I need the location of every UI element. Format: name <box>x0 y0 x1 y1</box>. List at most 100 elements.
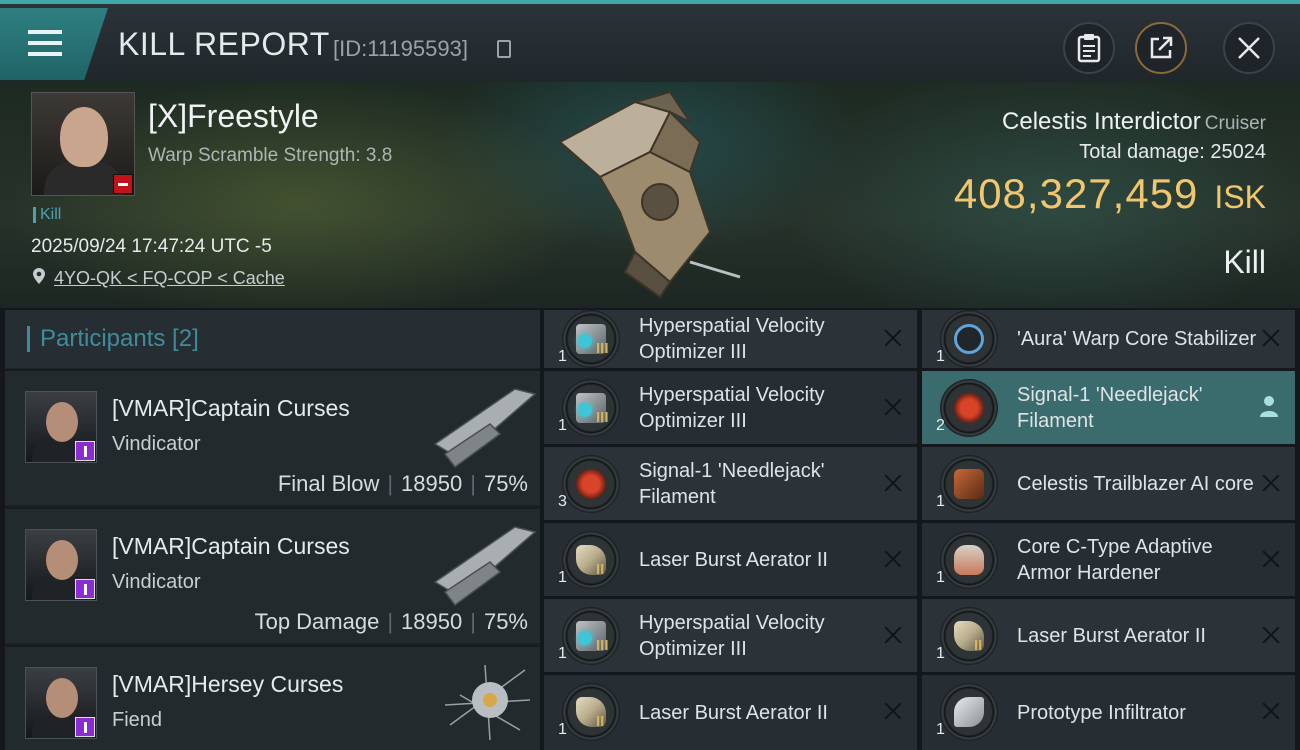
person-icon[interactable] <box>1259 395 1279 417</box>
item-name: 'Aura' Warp Core Stabilizer <box>1017 328 1257 350</box>
isk-value: 408,327,459 <box>953 170 1199 217</box>
warp-core-icon <box>940 310 998 368</box>
item-row[interactable]: 2 Signal-1 'Needlejack' Filament <box>922 371 1295 444</box>
item-quantity: 1 <box>936 645 945 662</box>
top-bar: KILL REPORT [ID:11195593] <box>0 0 1300 82</box>
item-name: Signal-1 'Needlejack' Filament <box>639 459 825 508</box>
participant-ship-icon <box>433 526 537 607</box>
participant-ship: Vindicator <box>112 571 201 593</box>
menu-button[interactable] <box>0 8 108 80</box>
location-link[interactable]: 4YO-QK < FQ-COP < Cache <box>54 268 285 289</box>
item-quantity: 1 <box>558 721 567 738</box>
destroyed-x-icon <box>1261 701 1281 721</box>
item-row[interactable]: 1 Core C-Type Adaptive Armor Hardener <box>922 523 1295 596</box>
corp-badge-icon <box>75 579 95 599</box>
clipboard-button[interactable] <box>1063 22 1115 74</box>
item-meta-level: III <box>596 637 609 654</box>
participants-title: Participants [2] <box>27 326 199 352</box>
item-quantity: 1 <box>936 348 945 365</box>
share-button[interactable] <box>1135 22 1187 74</box>
kill-tag: Kill <box>33 207 61 223</box>
item-meta-level: II <box>596 561 605 578</box>
item-row[interactable]: 1 Prototype Infiltrator <box>922 675 1295 750</box>
item-row[interactable]: 1 II Laser Burst Aerator II <box>922 599 1295 672</box>
destroyed-x-icon <box>883 328 903 348</box>
item-name: Laser Burst Aerator II <box>639 701 828 724</box>
item-row[interactable]: 1 III Hyperspatial Velocity Optimizer III <box>544 371 917 444</box>
item-row[interactable]: 1 II Laser Burst Aerator II <box>544 523 917 596</box>
participant-role: Top Damage <box>254 609 380 634</box>
item-row[interactable]: 1 II Laser Burst Aerator II <box>544 675 917 750</box>
corp-badge-icon <box>75 441 95 461</box>
kill-datetime: 2025/09/24 17:47:24 UTC -5 <box>31 236 272 257</box>
item-row[interactable]: 3 Signal-1 'Needlejack' Filament <box>544 447 917 520</box>
item-name: Hyperspatial Velocity Optimizer III <box>639 383 825 432</box>
copy-icon[interactable] <box>497 40 511 58</box>
item-name: Celestis Trailblazer AI core <box>1017 472 1254 495</box>
clipboard-icon <box>1077 34 1101 63</box>
victim-name: [X]Freestyle <box>148 98 319 134</box>
filament-icon <box>562 455 620 513</box>
laser-rig-icon <box>940 607 998 665</box>
isk-value-row: 408,327,459 ISK <box>954 170 1266 218</box>
item-quantity: 1 <box>558 645 567 662</box>
isk-unit: ISK <box>1214 179 1266 215</box>
item-name: Prototype Infiltrator <box>1017 701 1186 724</box>
total-damage: Total damage: 25024 <box>1079 141 1266 163</box>
victim-ship-image[interactable] <box>540 82 770 304</box>
item-name: Laser Burst Aerator II <box>639 548 828 571</box>
destroyed-x-icon <box>883 549 903 569</box>
item-quantity: 1 <box>936 493 945 510</box>
armor-hardener-icon <box>940 531 998 589</box>
participant-damage: 18950 <box>401 609 463 634</box>
item-quantity: 1 <box>558 417 567 434</box>
ship-class: Cruiser <box>1204 113 1266 134</box>
participant-name: [VMAR]Captain Curses <box>112 533 350 559</box>
ship-name: Celestis Interdictor Cruiser <box>1002 108 1266 136</box>
item-row[interactable]: 1 III Hyperspatial Velocity Optimizer III <box>544 310 917 368</box>
item-quantity: 1 <box>936 569 945 586</box>
report-id: [ID:11195593] <box>333 36 468 61</box>
destroyed-x-icon <box>883 701 903 721</box>
participant-ship: Vindicator <box>112 433 201 455</box>
item-quantity: 2 <box>936 417 945 434</box>
destroyed-x-icon <box>1261 328 1281 348</box>
item-row[interactable]: 1 III Hyperspatial Velocity Optimizer III <box>544 599 917 672</box>
corp-standing-badge <box>113 174 133 194</box>
participant-row[interactable]: [VMAR]Captain Curses Vindicator Final Blow… <box>5 369 540 505</box>
ai-core-icon <box>940 455 998 513</box>
close-button[interactable] <box>1223 22 1275 74</box>
item-quantity: 1 <box>558 348 567 365</box>
laser-rig-icon <box>562 531 620 589</box>
participants-header[interactable]: Participants [2] <box>5 310 540 368</box>
participant-row[interactable]: [VMAR]Captain Curses Vindicator Top Damage… <box>5 507 540 643</box>
location-pin-icon <box>33 268 45 284</box>
participant-stats: Top Damage | 18950 | 75% <box>254 609 528 634</box>
item-quantity: 3 <box>558 493 567 510</box>
participant-role: Final Blow <box>277 471 380 496</box>
filament-icon <box>940 379 998 437</box>
item-quantity: 1 <box>936 721 945 738</box>
item-name: Laser Burst Aerator II <box>1017 624 1206 647</box>
destroyed-x-icon <box>883 473 903 493</box>
participant-ship: Fiend <box>112 709 163 731</box>
participant-percent: 75% <box>483 471 528 496</box>
item-name: Signal-1 'Needlejack' Filament <box>1017 383 1203 432</box>
participant-damage: 18950 <box>401 471 463 496</box>
item-quantity: 1 <box>558 569 567 586</box>
item-row[interactable]: 1 Celestis Trailblazer AI core <box>922 447 1295 520</box>
destroyed-x-icon <box>1261 625 1281 645</box>
close-icon <box>1238 37 1260 59</box>
participant-ship-icon <box>433 388 537 469</box>
item-meta-level: III <box>596 409 609 426</box>
warp-scramble-strength: Warp Scramble Strength: 3.8 <box>148 145 393 166</box>
item-name: Hyperspatial Velocity Optimizer III <box>639 315 825 363</box>
participant-ship-icon <box>444 664 531 741</box>
participant-percent: 75% <box>483 609 528 634</box>
item-row[interactable]: 1 'Aura' Warp Core Stabilizer <box>922 310 1295 368</box>
rig-icon <box>562 607 620 665</box>
destroyed-x-icon <box>1261 549 1281 569</box>
ship-type-name: Celestis Interdictor <box>1002 108 1201 135</box>
corp-badge-icon <box>75 717 95 737</box>
participant-row[interactable]: [VMAR]Hersey Curses Fiend <box>5 645 540 750</box>
